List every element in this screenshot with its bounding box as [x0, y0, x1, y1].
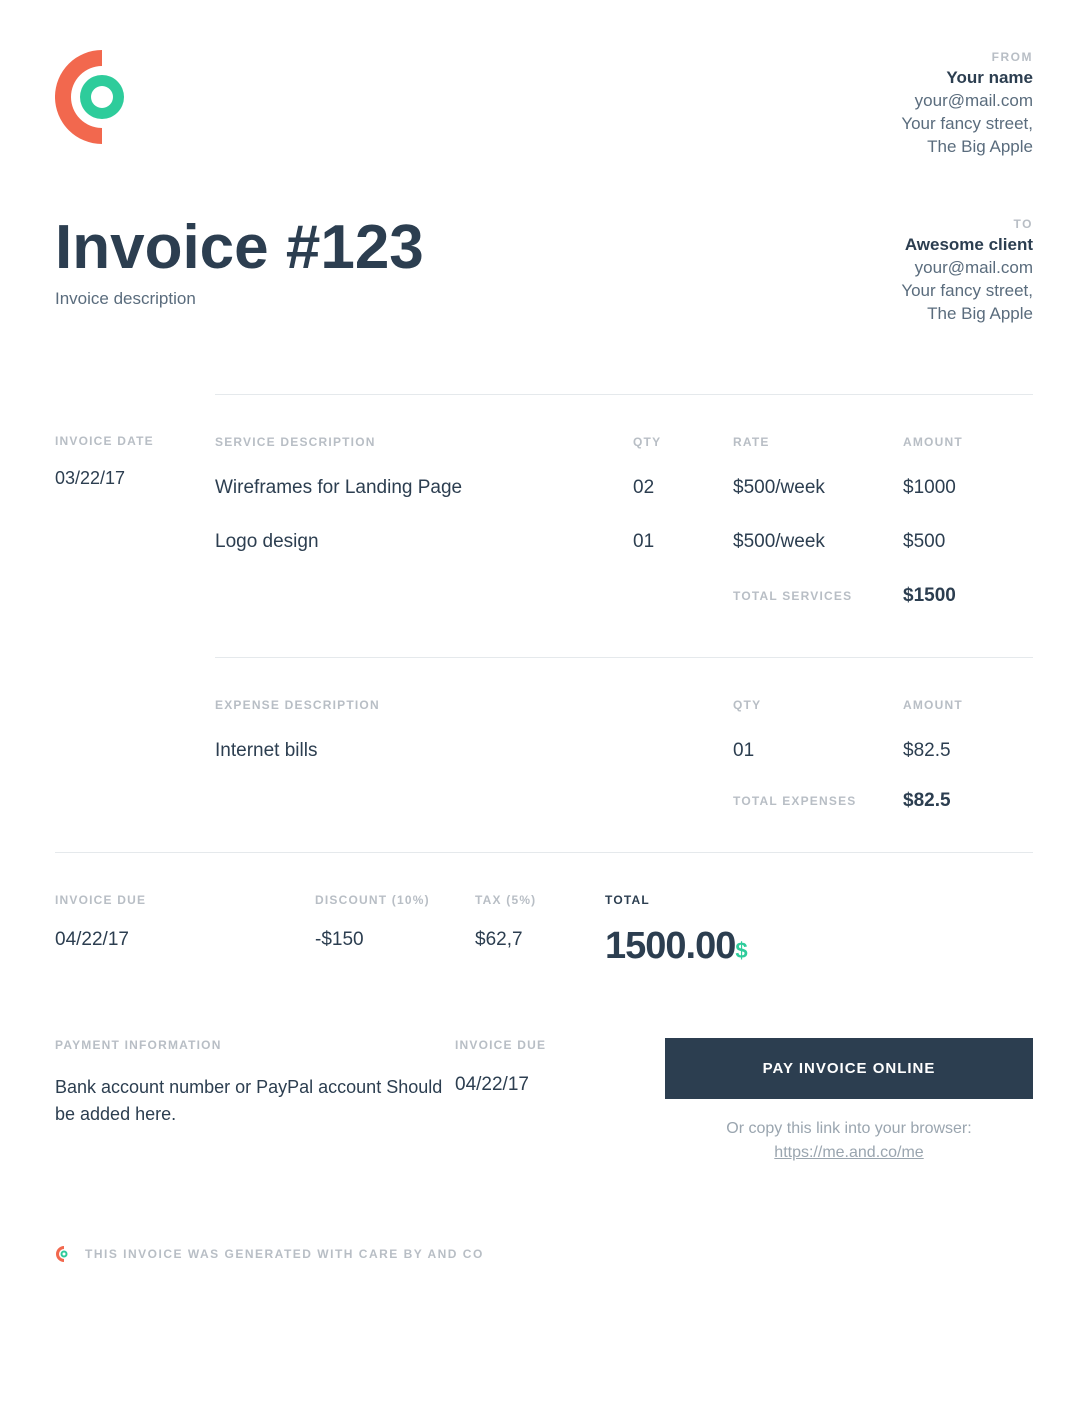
invoice-date-label: INVOICE DATE — [55, 434, 185, 448]
content-area: INVOICE DATE 03/22/17 SERVICE DESCRIPTIO… — [55, 394, 1033, 968]
services-total: $1500 — [903, 585, 1033, 607]
service-qty: 01 — [633, 531, 733, 553]
total-label: TOTAL — [605, 893, 1033, 907]
expense-row: Internet bills 01 $82.5 — [215, 740, 1033, 762]
service-row: Wireframes for Landing Page 02 $500/week… — [215, 477, 1033, 499]
copy-link-text: Or copy this link into your browser: htt… — [665, 1117, 1033, 1165]
th-expense-qty: QTY — [733, 698, 903, 712]
payment-due-column: INVOICE DUE 04/22/17 — [455, 1038, 665, 1165]
payment-info-label: PAYMENT INFORMATION — [55, 1038, 455, 1052]
payment-due-date: 04/22/17 — [455, 1074, 665, 1096]
to-name: Awesome client — [901, 235, 1033, 255]
to-city: The Big Apple — [901, 304, 1033, 324]
service-amount: $500 — [903, 531, 1033, 553]
expenses-section: EXPENSE DESCRIPTION QTY AMOUNT Internet … — [215, 657, 1033, 812]
th-qty: QTY — [633, 435, 733, 449]
from-name: Your name — [901, 68, 1033, 88]
expenses-header: EXPENSE DESCRIPTION QTY AMOUNT — [215, 698, 1033, 712]
pay-button[interactable]: PAY INVOICE ONLINE — [665, 1038, 1033, 1099]
discount-column: DISCOUNT (10%) -$150 — [315, 893, 475, 968]
payment-action-column: PAY INVOICE ONLINE Or copy this link int… — [665, 1038, 1033, 1165]
from-city: The Big Apple — [901, 137, 1033, 157]
services-total-label: TOTAL SERVICES — [733, 589, 903, 603]
expense-amount: $82.5 — [903, 740, 1033, 762]
right-column: SERVICE DESCRIPTION QTY RATE AMOUNT Wire… — [215, 394, 1033, 968]
payment-info-text: Bank account number or PayPal account Sh… — [55, 1074, 455, 1128]
th-service-desc: SERVICE DESCRIPTION — [215, 435, 633, 449]
copy-link[interactable]: https://me.and.co/me — [774, 1144, 923, 1161]
currency-symbol: $ — [735, 938, 747, 963]
expenses-total-label: TOTAL EXPENSES — [733, 794, 903, 808]
header: FROM Your name your@mail.com Your fancy … — [55, 50, 1033, 157]
tax-value: $62,7 — [475, 929, 605, 951]
th-rate: RATE — [733, 435, 903, 449]
footer-text: THIS INVOICE WAS GENERATED WITH CARE BY … — [85, 1247, 484, 1261]
discount-value: -$150 — [315, 929, 475, 951]
copy-prefix: Or copy this link into your browser: — [726, 1120, 971, 1137]
total-column: TOTAL 1500.00$ — [605, 893, 1033, 968]
services-header: SERVICE DESCRIPTION QTY RATE AMOUNT — [215, 435, 1033, 449]
total-amount: 1500.00$ — [605, 925, 1033, 968]
footer: THIS INVOICE WAS GENERATED WITH CARE BY … — [55, 1245, 1033, 1263]
to-label: TO — [901, 217, 1033, 231]
service-rate: $500/week — [733, 477, 903, 499]
payment-due-label: INVOICE DUE — [455, 1038, 665, 1052]
services-subtotal: TOTAL SERVICES $1500 — [215, 585, 1033, 607]
from-block: FROM Your name your@mail.com Your fancy … — [901, 50, 1033, 157]
from-street: Your fancy street, — [901, 114, 1033, 134]
totals-section: INVOICE DUE 04/22/17 DISCOUNT (10%) -$15… — [55, 852, 1033, 968]
service-amount: $1000 — [903, 477, 1033, 499]
service-row: Logo design 01 $500/week $500 — [215, 531, 1033, 553]
to-email: your@mail.com — [901, 258, 1033, 278]
to-block: TO Awesome client your@mail.com Your fan… — [901, 217, 1033, 324]
tax-column: TAX (5%) $62,7 — [475, 893, 605, 968]
invoice-heading: Invoice #123 Invoice description — [55, 217, 424, 309]
th-amount: AMOUNT — [903, 435, 1033, 449]
discount-label: DISCOUNT (10%) — [315, 893, 475, 907]
from-label: FROM — [901, 50, 1033, 64]
th-expense-amount: AMOUNT — [903, 698, 1033, 712]
payment-section: PAYMENT INFORMATION Bank account number … — [55, 1038, 1033, 1165]
due-label: INVOICE DUE — [55, 893, 315, 907]
expense-qty: 01 — [733, 740, 903, 762]
total-value: 1500.00 — [605, 925, 735, 967]
logo-icon — [55, 50, 150, 155]
service-rate: $500/week — [733, 531, 903, 553]
due-date: 04/22/17 — [55, 929, 315, 951]
payment-info-column: PAYMENT INFORMATION Bank account number … — [55, 1038, 455, 1165]
to-street: Your fancy street, — [901, 281, 1033, 301]
title-row: Invoice #123 Invoice description TO Awes… — [55, 217, 1033, 324]
expense-desc: Internet bills — [215, 740, 733, 762]
service-desc: Wireframes for Landing Page — [215, 477, 633, 499]
due-column: INVOICE DUE 04/22/17 — [55, 893, 315, 968]
invoice-date: 03/22/17 — [55, 468, 185, 489]
service-desc: Logo design — [215, 531, 633, 553]
invoice-title: Invoice #123 — [55, 217, 424, 279]
expenses-subtotal: TOTAL EXPENSES $82.5 — [215, 790, 1033, 812]
service-qty: 02 — [633, 477, 733, 499]
footer-logo-icon — [55, 1245, 73, 1263]
invoice-description: Invoice description — [55, 289, 424, 309]
tax-label: TAX (5%) — [475, 893, 605, 907]
expenses-total: $82.5 — [903, 790, 1033, 812]
th-expense-desc: EXPENSE DESCRIPTION — [215, 698, 733, 712]
from-email: your@mail.com — [901, 91, 1033, 111]
